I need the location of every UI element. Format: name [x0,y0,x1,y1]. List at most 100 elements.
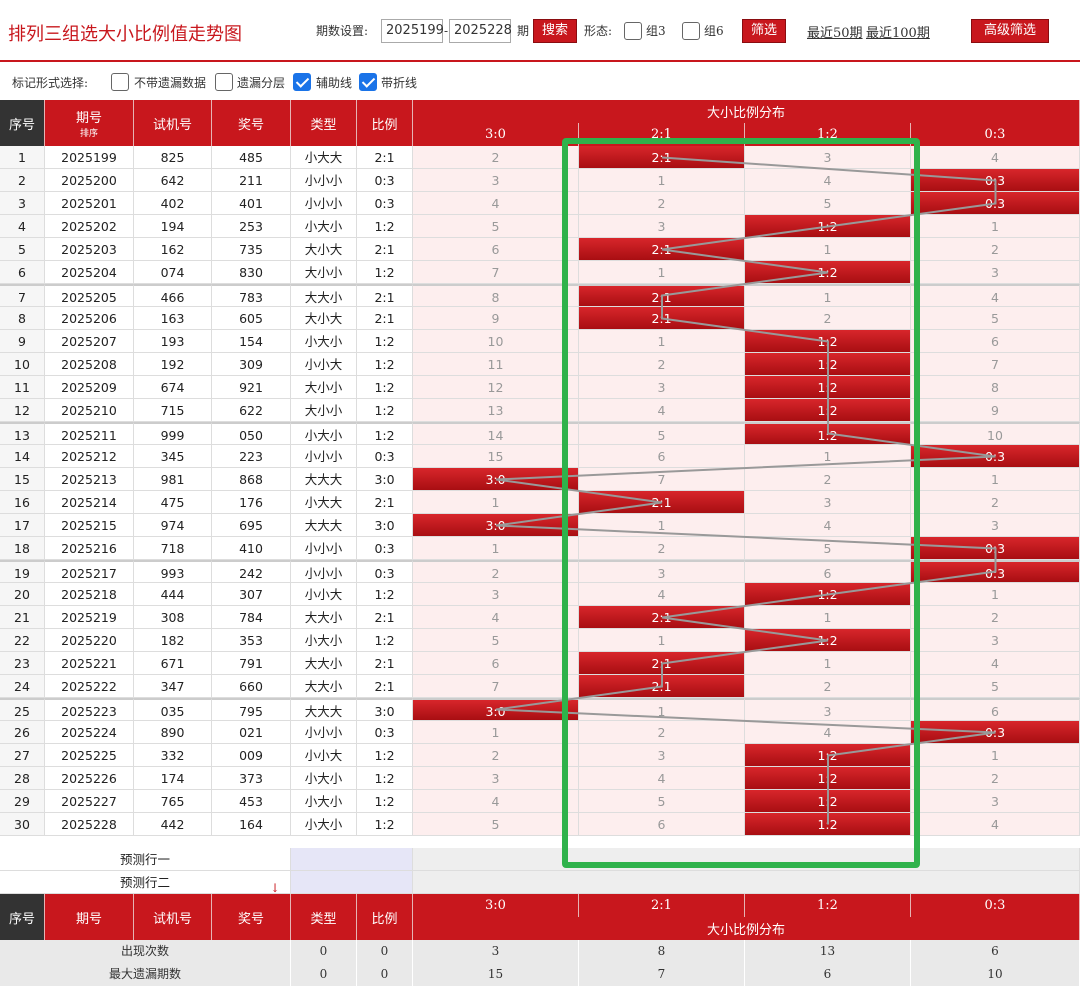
recent-50-link[interactable]: 最近50期 [807,22,863,41]
stats-label: 最大遗漏期数 [0,963,291,986]
distribution-missing-cell: 1 [911,215,1080,238]
stats-val-2-1: 8 [579,940,745,963]
ratio-cell: 1:2 [357,744,413,767]
distribution-missing-cell: 7 [413,675,579,698]
period-cell: 2025216 [45,537,134,560]
prize-cell: 253 [212,215,291,238]
period-cell: 2025211 [45,422,134,445]
seq-cell: 3 [0,192,45,215]
period-cell: 2025224 [45,721,134,744]
ratio-cell: 3:0 [357,514,413,537]
ratio-cell: 1:2 [357,629,413,652]
trial-cell: 347 [134,675,212,698]
prize-cell: 868 [212,468,291,491]
seq-cell: 28 [0,767,45,790]
distribution-hit-cell: 3:0 [413,468,579,491]
type-cell: 小大小 [291,215,357,238]
no-missing-checkbox[interactable] [111,73,129,91]
polyline-checkbox[interactable] [359,73,377,91]
seq-cell: 4 [0,215,45,238]
ratio-cell: 1:2 [357,790,413,813]
predict-row-2[interactable]: 预测行二 ↓ [0,871,1080,895]
period-cell: 2025209 [45,376,134,399]
distribution-missing-cell: 1 [413,721,579,744]
distribution-missing-cell: 2 [413,744,579,767]
stats-row: 出现次数 0 0 3 8 13 6 [0,940,1080,963]
type-cell: 小小小 [291,560,357,583]
prize-cell: 485 [212,146,291,169]
seq-cell: 21 [0,606,45,629]
distribution-missing-cell: 2 [911,767,1080,790]
trial-cell: 671 [134,652,212,675]
distribution-missing-cell: 6 [911,330,1080,353]
seq-cell: 12 [0,399,45,422]
trial-cell: 993 [134,560,212,583]
distribution-missing-cell: 1 [413,537,579,560]
seq-cell: 23 [0,652,45,675]
distribution-missing-cell: 4 [413,606,579,629]
period-cell: 2025219 [45,606,134,629]
period-from-input[interactable]: 2025199 [381,19,444,43]
type-cell: 大大大 [291,698,357,721]
type-cell: 小小小 [291,445,357,468]
advanced-filter-button[interactable]: 高级筛选 [971,19,1049,43]
distribution-missing-cell: 2 [413,560,579,583]
top-toolbar: 排列三组选大小比例值走势图 期数设置: 2025199 - 2025228 期 … [0,0,1080,62]
distribution-hit-cell: 0:3 [911,721,1080,744]
aux-line-checkbox[interactable] [293,73,311,91]
period-cell: 2025225 [45,744,134,767]
trial-cell: 442 [134,813,212,836]
distribution-hit-cell: 0:3 [911,169,1080,192]
prize-cell: 223 [212,445,291,468]
predict-row-1-input[interactable] [291,848,413,871]
type-cell: 小大小 [291,790,357,813]
prize-cell: 795 [212,698,291,721]
distribution-missing-cell: 3 [911,514,1080,537]
distribution-missing-cell: 6 [911,698,1080,721]
period-cell: 2025208 [45,353,134,376]
footer-header-prize: 奖号 [212,894,291,940]
search-button[interactable]: 搜索 [533,19,577,43]
period-cell: 2025215 [45,514,134,537]
seq-cell: 8 [0,307,45,330]
footer-header-trial: 试机号 [134,894,212,940]
recent-100-link[interactable]: 最近100期 [866,22,930,41]
stats-val-1-2: 6 [745,963,911,986]
predict-row-2-input[interactable] [291,871,413,894]
predict-row-2-dist[interactable] [413,871,1080,894]
ratio-cell: 0:3 [357,537,413,560]
trial-cell: 475 [134,491,212,514]
missing-layer-checkbox[interactable] [215,73,233,91]
distribution-missing-cell: 10 [911,422,1080,445]
seq-cell: 14 [0,445,45,468]
no-missing-label: 不带遗漏数据 [134,76,207,90]
distribution-missing-cell: 5 [911,307,1080,330]
distribution-hit-cell: 3:0 [413,514,579,537]
distribution-missing-cell: 4 [911,284,1080,307]
header-distribution: 大小比例分布 [413,100,1080,123]
distribution-missing-cell: 2 [911,606,1080,629]
trial-cell: 765 [134,790,212,813]
header-period[interactable]: 期号 排序 [45,100,134,146]
group6-checkbox[interactable] [682,22,700,40]
filter-button[interactable]: 筛选 [742,19,786,43]
period-cell: 2025220 [45,629,134,652]
prize-cell: 622 [212,399,291,422]
type-cell: 小大小 [291,330,357,353]
ratio-cell: 3:0 [357,698,413,721]
trial-cell: 174 [134,767,212,790]
distribution-missing-cell: 12 [413,376,579,399]
sort-label[interactable]: 排序 [80,126,98,139]
trial-cell: 466 [134,284,212,307]
trial-cell: 402 [134,192,212,215]
period-to-input[interactable]: 2025228 [449,19,512,43]
seq-cell: 24 [0,675,45,698]
distribution-missing-cell: 1 [911,468,1080,491]
distribution-missing-cell: 15 [413,445,579,468]
type-cell: 小大小 [291,813,357,836]
seq-cell: 18 [0,537,45,560]
group3-checkbox[interactable] [624,22,642,40]
prize-cell: 401 [212,192,291,215]
distribution-missing-cell: 2 [911,491,1080,514]
prize-cell: 373 [212,767,291,790]
